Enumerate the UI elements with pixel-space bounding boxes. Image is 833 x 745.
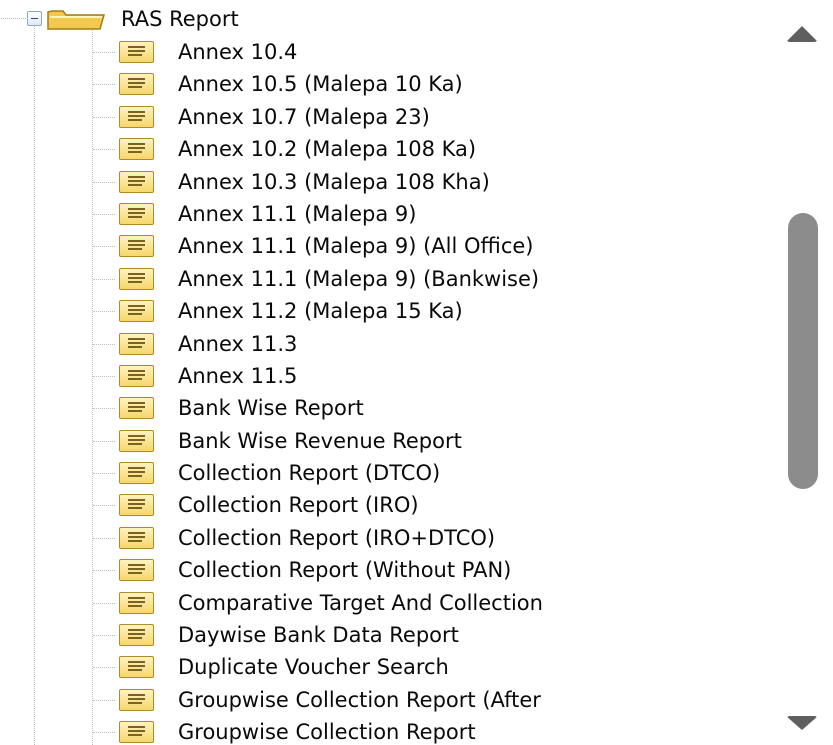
tree-item[interactable]: Annex 10.2 (Malepa 108 Ka) (0, 133, 770, 165)
tree-connector-line (93, 602, 115, 604)
tree-item-label: Annex 11.2 (Malepa 15 Ka) (178, 299, 463, 324)
tree-item[interactable]: Annex 11.1 (Malepa 9) (Bankwise) (0, 263, 770, 295)
tree-connector-line (93, 343, 115, 345)
tree-item-label: Annex 10.4 (178, 40, 298, 64)
vertical-scrollbar[interactable] (776, 8, 828, 740)
report-document-icon (119, 721, 154, 744)
tree-item[interactable]: Annex 11.3 (0, 328, 770, 360)
tree-connector-line (93, 278, 115, 280)
tree-connector-line (93, 732, 115, 734)
report-document-icon (119, 300, 154, 323)
report-document-icon (119, 526, 154, 549)
tree-item[interactable]: Annex 10.3 (Malepa 108 Kha) (0, 166, 770, 198)
tree-item-label: Annex 10.3 (Malepa 108 Kha) (178, 169, 490, 194)
tree-item-label: Collection Report (IRO+DTCO) (178, 525, 496, 550)
tree-connector-line (93, 311, 115, 313)
tree-item-label: Collection Report (IRO) (178, 493, 419, 518)
collapse-minus-icon[interactable] (1, 11, 42, 26)
report-document-icon (119, 624, 154, 647)
tree-item[interactable]: Duplicate Voucher Search (0, 651, 770, 683)
tree-item[interactable]: Annex 10.5 (Malepa 10 Ka) (0, 68, 770, 100)
tree-connector-line (93, 505, 115, 507)
report-document-icon (119, 494, 154, 517)
tree-item[interactable]: Groupwise Collection Report (0, 716, 770, 745)
tree-item-label: Annex 11.1 (Malepa 9) (All Office) (178, 234, 534, 259)
tree-root-label: RAS Report (121, 7, 239, 31)
report-tree: RAS Report Annex 10.4 Annex 10.5 (Malepa … (0, 0, 770, 745)
tree-connector-line (93, 473, 115, 475)
tree-item-label: Bank Wise Report (178, 396, 364, 421)
tree-connector-line (93, 52, 115, 53)
scroll-up-arrow-icon[interactable] (776, 8, 828, 48)
tree-connector-line (93, 440, 115, 442)
tree-connector-line (93, 635, 115, 637)
report-document-icon (119, 41, 154, 63)
tree-item[interactable]: Bank Wise Revenue Report (0, 425, 770, 457)
tree-connector-line (93, 408, 115, 410)
tree-item[interactable]: Annex 10.4 (0, 36, 770, 68)
tree-item[interactable]: Collection Report (Without PAN) (0, 554, 770, 586)
tree-node-ras-report[interactable]: RAS Report (0, 2, 770, 35)
tree-item-label: Annex 11.1 (Malepa 9) (178, 201, 417, 226)
tree-item[interactable]: Collection Report (IRO+DTCO) (0, 522, 770, 554)
tree-children: Annex 10.4 Annex 10.5 (Malepa 10 Ka) Annex… (0, 36, 770, 745)
tree-item[interactable]: Groupwise Collection Report (After (0, 684, 770, 716)
tree-item-label: Groupwise Collection Report (178, 720, 476, 745)
tree-item-label: Collection Report (DTCO) (178, 461, 441, 486)
tree-item[interactable]: Comparative Target And Collection (0, 587, 770, 619)
tree-item[interactable]: Collection Report (DTCO) (0, 457, 770, 489)
tree-item-label: Annex 10.2 (Malepa 108 Ka) (178, 137, 477, 162)
tree-connector-line (93, 213, 115, 215)
tree-item-label: Annex 10.7 (Malepa 23) (178, 104, 430, 129)
open-folder-icon (47, 10, 105, 30)
tree-item-label: Comparative Target And Collection (178, 590, 543, 615)
tree-item-label: Annex 11.3 (178, 331, 298, 356)
tree-item-label: Annex 11.5 (178, 363, 298, 388)
tree-item-label: Daywise Bank Data Report (178, 623, 459, 648)
tree-item[interactable]: Annex 11.5 (0, 360, 770, 392)
tree-connector-line (93, 84, 115, 86)
tree-item[interactable]: Bank Wise Report (0, 392, 770, 424)
report-document-icon (119, 397, 154, 420)
tree-item-label: Annex 10.5 (Malepa 10 Ka) (178, 72, 463, 97)
tree-connector-line (93, 149, 115, 151)
report-document-icon (119, 138, 154, 161)
tree-connector-line (93, 116, 115, 118)
tree-item[interactable]: Annex 11.1 (Malepa 9) (0, 198, 770, 230)
report-document-icon (119, 235, 154, 258)
report-document-icon (119, 688, 154, 711)
report-document-icon (119, 105, 154, 128)
report-document-icon (119, 429, 154, 452)
report-document-icon (119, 267, 154, 290)
tree-item[interactable]: Annex 11.1 (Malepa 9) (All Office) (0, 230, 770, 262)
tree-connector-line (93, 181, 115, 183)
tree-item[interactable]: Annex 10.7 (Malepa 23) (0, 101, 770, 133)
scroll-down-arrow-icon[interactable] (776, 712, 828, 740)
report-document-icon (119, 73, 154, 96)
report-document-icon (119, 656, 154, 679)
tree-connector-line (93, 537, 115, 539)
tree-item-label: Bank Wise Revenue Report (178, 428, 462, 453)
tree-connector-line (93, 246, 115, 248)
tree-item-label: Duplicate Voucher Search (178, 655, 449, 680)
report-document-icon (119, 202, 154, 225)
report-document-icon (119, 559, 154, 582)
tree-connector-line (93, 699, 115, 701)
tree-connector-line (93, 375, 115, 377)
tree-item[interactable]: Daywise Bank Data Report (0, 619, 770, 651)
tree-item-label: Groupwise Collection Report (After (178, 687, 541, 712)
report-document-icon (119, 462, 154, 485)
report-document-icon (119, 170, 154, 193)
tree-connector-line (93, 570, 115, 572)
report-document-icon (119, 364, 154, 387)
report-document-icon (119, 332, 154, 355)
report-document-icon (119, 591, 154, 614)
tree-item-label: Annex 11.1 (Malepa 9) (Bankwise) (178, 266, 540, 291)
scrollbar-thumb[interactable] (788, 213, 818, 489)
tree-item[interactable]: Annex 11.2 (Malepa 15 Ka) (0, 295, 770, 327)
tree-item[interactable]: Collection Report (IRO) (0, 489, 770, 521)
tree-connector-line (93, 667, 115, 669)
tree-item-label: Collection Report (Without PAN) (178, 558, 512, 583)
